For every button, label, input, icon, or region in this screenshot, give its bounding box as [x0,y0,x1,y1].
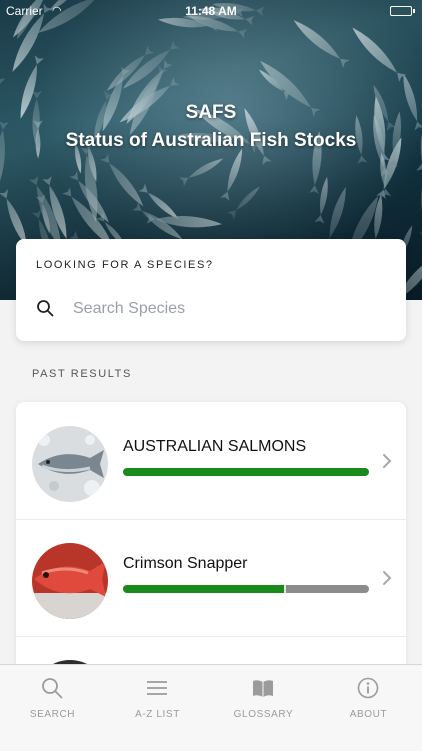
stock-status-segment [123,585,285,593]
app-title: SAFS [185,102,237,123]
chevron-right-icon [383,454,392,468]
stock-status-segment [286,585,369,593]
past-results-heading: PAST RESULTS [32,368,132,380]
search-icon [42,678,63,699]
search-input[interactable] [71,294,375,324]
battery-icon [390,6,415,16]
tab-a-z-list[interactable]: A-Z LIST [105,665,210,751]
search-icon [37,300,54,317]
search-card-label: LOOKING FOR A SPECIES? [36,259,214,271]
tab-search[interactable]: SEARCH [0,665,105,751]
tab-bar: SEARCH A-Z LIST GLOSSARY ABOUT [0,664,422,751]
list-item[interactable]: AUSTRALIAN SALMONS [16,402,406,520]
species-thumbnail [32,426,108,502]
info-icon [357,677,379,699]
species-name: AUSTRALIAN SALMONS [123,438,307,455]
stock-status-bar [123,468,369,476]
tab-label: A-Z LIST [135,709,180,720]
species-name: Crimson Snapper [123,555,248,572]
status-bar: Carrier ◠ 11:48 AM [0,0,422,22]
tab-label: ABOUT [349,709,388,720]
past-results-list: AUSTRALIAN SALMONS Crimson Snapper [16,402,406,682]
tab-about[interactable]: ABOUT [316,665,421,751]
species-thumbnail [32,543,108,619]
search-card: LOOKING FOR A SPECIES? [16,239,406,341]
tab-glossary[interactable]: GLOSSARY [211,665,316,751]
tab-label: GLOSSARY [233,709,294,720]
stock-status-bar [123,585,369,593]
book-icon [253,680,273,697]
list-item[interactable]: Crimson Snapper [16,519,406,637]
list-icon [147,681,167,695]
app-subtitle: Status of Australian Fish Stocks [65,130,357,151]
tab-label: SEARCH [29,709,76,720]
clock: 11:48 AM [185,4,237,18]
stock-status-segment [123,468,369,476]
chevron-right-icon [383,571,392,585]
